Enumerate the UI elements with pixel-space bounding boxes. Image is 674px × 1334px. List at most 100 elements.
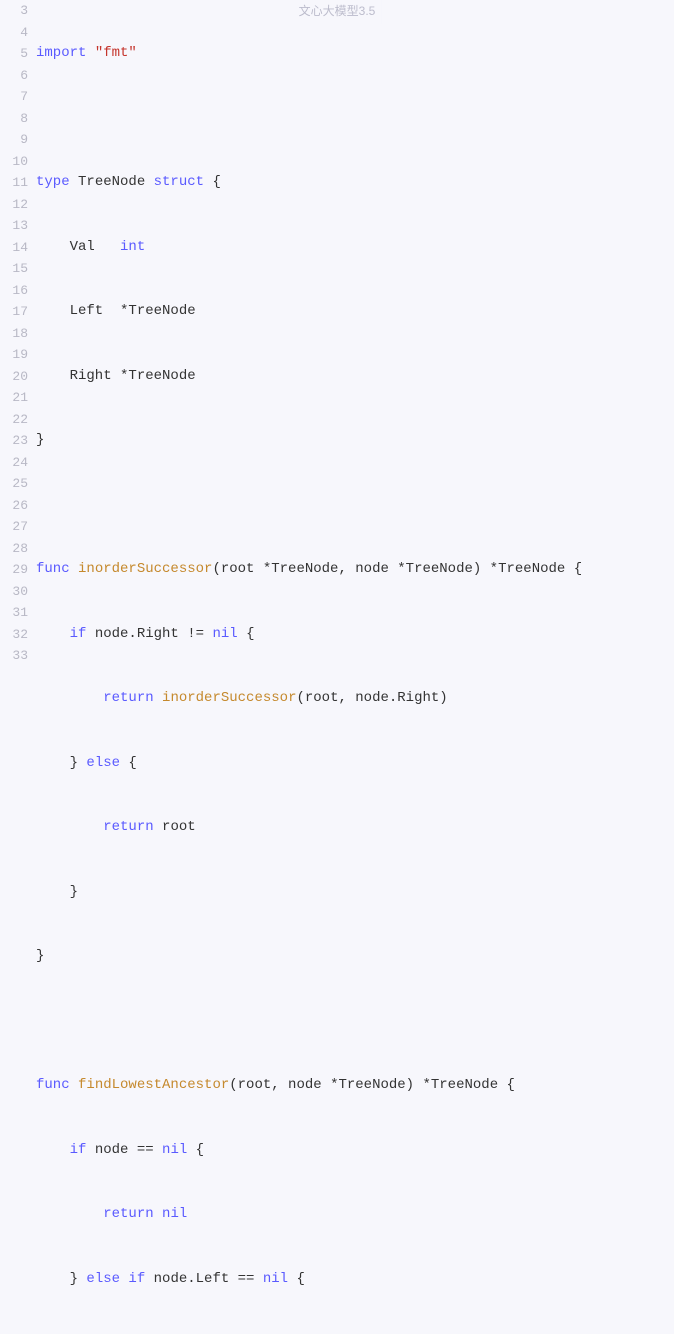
line-number: 31 — [0, 602, 28, 624]
keyword-import: import — [36, 45, 86, 61]
line-number: 3 — [0, 0, 28, 22]
line-number: 18 — [0, 323, 28, 345]
line-number: 4 — [0, 22, 28, 44]
code-line: Val int — [36, 237, 674, 259]
code-line: } — [36, 882, 674, 904]
code-line: } else if node.Left == nil { — [36, 1269, 674, 1291]
code-text — [154, 1206, 162, 1222]
string-literal: "fmt" — [95, 45, 137, 61]
keyword-func: func — [36, 561, 70, 577]
function-name: inorderSuccessor — [78, 561, 212, 577]
line-number: 15 — [0, 258, 28, 280]
code-line: } else { — [36, 753, 674, 775]
code-line: if node.Right != nil { — [36, 624, 674, 646]
code-text: Left *TreeNode — [36, 303, 196, 319]
line-number: 19 — [0, 344, 28, 366]
code-text: node.Right != — [86, 626, 212, 642]
code-line: type TreeNode struct { — [36, 172, 674, 194]
keyword-else: else — [86, 755, 120, 771]
line-number: 8 — [0, 108, 28, 130]
line-number: 27 — [0, 516, 28, 538]
line-number: 25 — [0, 473, 28, 495]
code-line: func inorderSuccessor(root *TreeNode, no… — [36, 559, 674, 581]
keyword-nil: nil — [162, 1206, 187, 1222]
line-number: 11 — [0, 172, 28, 194]
line-number: 20 — [0, 366, 28, 388]
code-text — [70, 1077, 78, 1093]
code-line: import "fmt" — [36, 43, 674, 65]
code-text: { — [204, 174, 221, 190]
line-number: 13 — [0, 215, 28, 237]
keyword-nil: nil — [212, 626, 237, 642]
line-number: 30 — [0, 581, 28, 603]
keyword-nil: nil — [263, 1271, 288, 1287]
code-line — [36, 108, 674, 130]
line-number: 32 — [0, 624, 28, 646]
code-line — [36, 495, 674, 517]
code-text: (root *TreeNode, node *TreeNode) *TreeNo… — [212, 561, 582, 577]
code-text — [36, 626, 70, 642]
code-text: node == — [86, 1142, 162, 1158]
code-text — [36, 690, 103, 706]
line-number: 12 — [0, 194, 28, 216]
code-text: { — [288, 1271, 305, 1287]
code-text: (root, node.Right) — [296, 690, 447, 706]
code-text: { — [238, 626, 255, 642]
code-text: Val — [36, 239, 120, 255]
code-text — [36, 1142, 70, 1158]
code-text: } — [36, 1271, 86, 1287]
code-text — [70, 561, 78, 577]
line-number: 17 — [0, 301, 28, 323]
code-text: { — [187, 1142, 204, 1158]
code-text: Right *TreeNode — [36, 368, 196, 384]
code-text — [154, 690, 162, 706]
code-line: if node == nil { — [36, 1140, 674, 1162]
keyword-else-if: else if — [86, 1271, 145, 1287]
line-number: 23 — [0, 430, 28, 452]
line-number: 6 — [0, 65, 28, 87]
keyword-type: type — [36, 174, 70, 190]
code-line: return root — [36, 1333, 674, 1334]
code-text: TreeNode — [70, 174, 154, 190]
code-editor[interactable]: 3456789101112131415161718192021222324252… — [0, 0, 674, 667]
line-number: 24 — [0, 452, 28, 474]
code-text: } — [36, 432, 44, 448]
code-text: root — [154, 819, 196, 835]
keyword-return: return — [103, 1206, 153, 1222]
code-text: } — [36, 884, 78, 900]
keyword-func: func — [36, 1077, 70, 1093]
code-text: (root, node *TreeNode) *TreeNode { — [229, 1077, 515, 1093]
keyword-nil: nil — [162, 1142, 187, 1158]
code-text: } — [36, 755, 86, 771]
code-text: } — [36, 948, 44, 964]
line-number-gutter: 3456789101112131415161718192021222324252… — [0, 0, 36, 667]
line-number: 9 — [0, 129, 28, 151]
function-name: findLowestAncestor — [78, 1077, 229, 1093]
line-number: 33 — [0, 645, 28, 667]
line-number: 28 — [0, 538, 28, 560]
code-line: return root — [36, 817, 674, 839]
code-line: } — [36, 946, 674, 968]
line-number: 22 — [0, 409, 28, 431]
keyword-if: if — [70, 626, 87, 642]
keyword-return: return — [103, 690, 153, 706]
watermark-label: 文心大模型3.5 — [293, 0, 382, 24]
code-line — [36, 1011, 674, 1033]
line-number: 21 — [0, 387, 28, 409]
keyword-if: if — [70, 1142, 87, 1158]
line-number: 14 — [0, 237, 28, 259]
code-text — [86, 45, 94, 61]
line-number: 5 — [0, 43, 28, 65]
line-number: 7 — [0, 86, 28, 108]
code-text — [36, 819, 103, 835]
code-text: { — [120, 755, 137, 771]
code-line: return nil — [36, 1204, 674, 1226]
code-text: node.Left == — [145, 1271, 263, 1287]
keyword-struct: struct — [154, 174, 204, 190]
code-area[interactable]: import "fmt" type TreeNode struct { Val … — [36, 0, 674, 667]
code-line: return inorderSuccessor(root, node.Right… — [36, 688, 674, 710]
keyword-return: return — [103, 819, 153, 835]
code-line: Right *TreeNode — [36, 366, 674, 388]
type-int: int — [120, 239, 145, 255]
line-number: 16 — [0, 280, 28, 302]
